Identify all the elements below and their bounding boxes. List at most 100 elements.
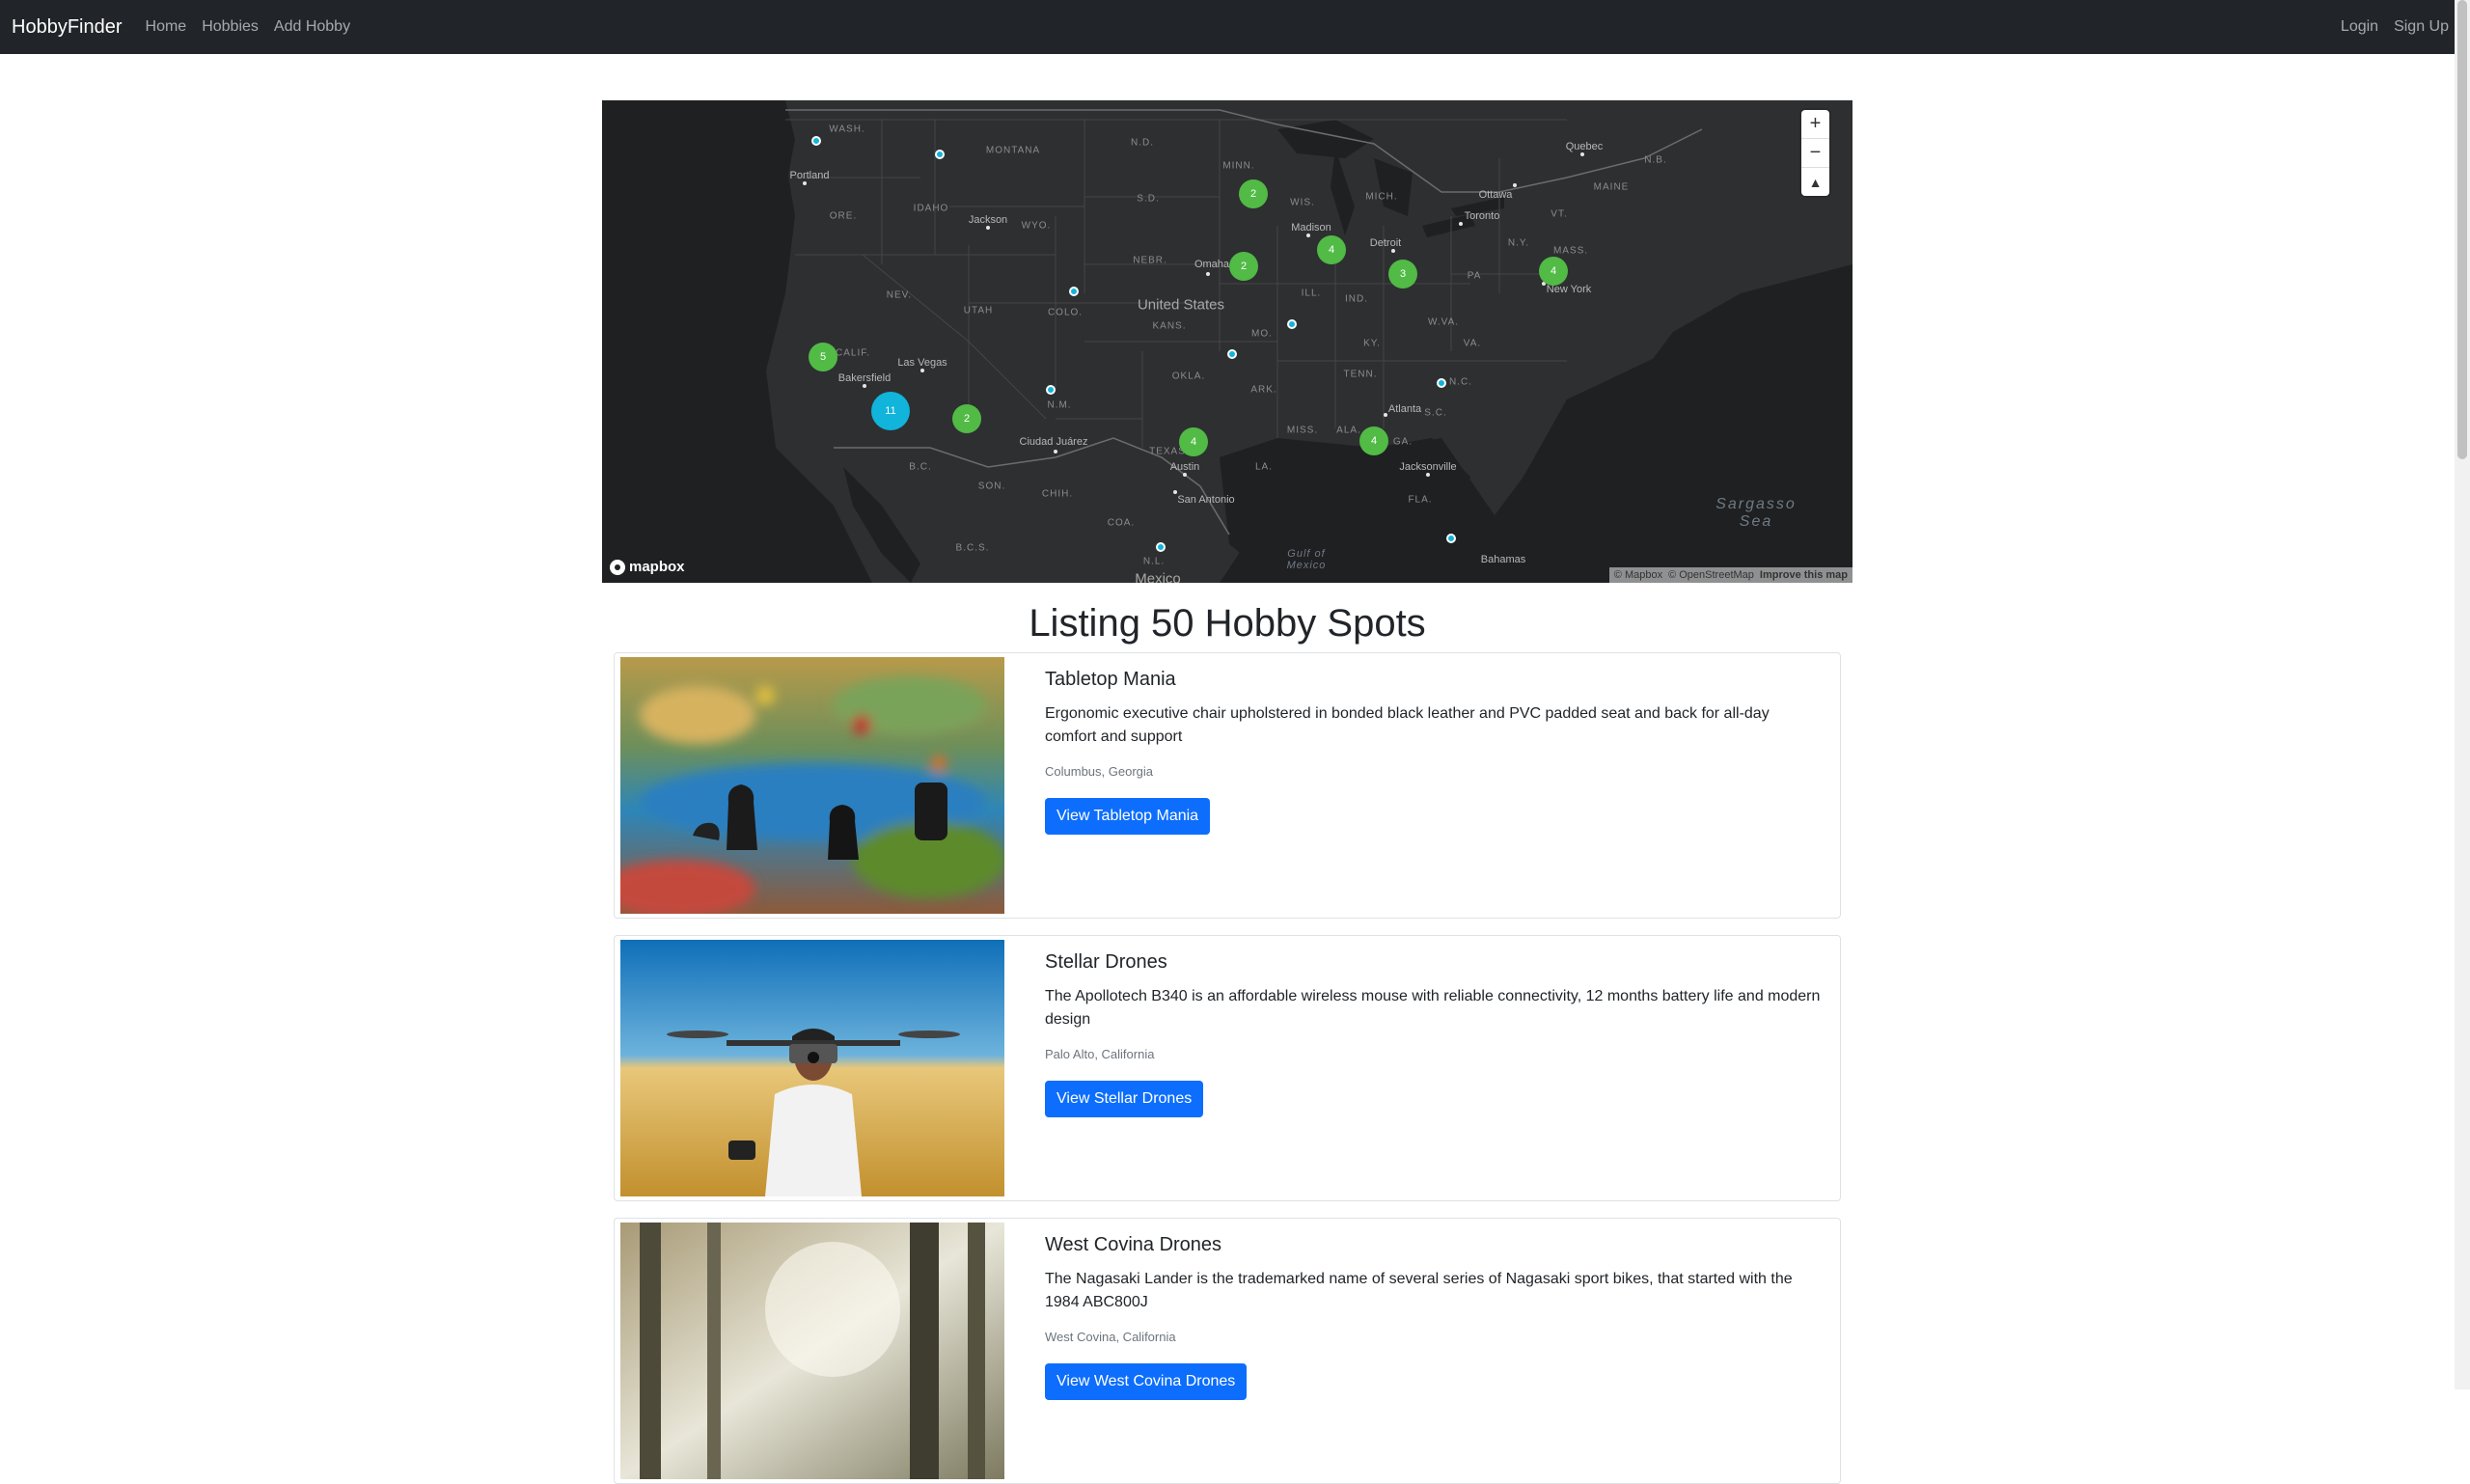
signup-link[interactable]: Sign Up — [2394, 18, 2449, 36]
nav-right: Login Sign Up — [2325, 18, 2449, 36]
compass-reset-button[interactable]: ▲ — [1801, 168, 1829, 196]
nav-link-hobbies[interactable]: Hobbies — [202, 18, 259, 36]
map-label-lasvegas: Las Vegas — [897, 357, 947, 369]
map-label-bc: B.C. — [909, 461, 932, 473]
map-label-toronto: Toronto — [1464, 210, 1500, 222]
map-label-sea: Sargasso Sea — [1715, 496, 1797, 530]
map-label-quebec: Quebec — [1565, 141, 1604, 152]
map-label-okla: OKLA. — [1171, 371, 1206, 382]
hobby-spot-marker[interactable] — [1287, 319, 1297, 329]
map-label-nebr: NEBR. — [1133, 255, 1167, 266]
hobby-image — [620, 940, 1004, 1196]
cluster-map[interactable]: WASH. MONTANA N.D. MINN. Portland IDAHO … — [602, 100, 1852, 583]
mapbox-logo-text: mapbox — [629, 559, 685, 575]
map-cluster-marker[interactable]: 2 — [1239, 179, 1268, 208]
hobby-description: The Apollotech B340 is an affordable wir… — [1045, 988, 1821, 1028]
city-dot — [1384, 413, 1387, 417]
map-cluster-marker[interactable]: 4 — [1179, 427, 1208, 456]
hobby-location: Palo Alto, California — [1045, 1047, 1155, 1061]
nav-link-home[interactable]: Home — [146, 18, 187, 36]
hobby-spot-marker[interactable] — [1437, 378, 1446, 388]
view-hobby-button[interactable]: View Stellar Drones — [1045, 1081, 1204, 1117]
card-body: West Covina Drones The Nagasaki Lander i… — [1045, 1234, 1825, 1400]
map-label-sc: S.C. — [1424, 407, 1447, 419]
hobby-title: Tabletop Mania — [1045, 669, 1176, 690]
improve-map-link[interactable]: Improve this map — [1760, 569, 1848, 581]
hobby-spot-marker[interactable] — [1446, 534, 1456, 543]
hobby-card: Tabletop Mania Ergonomic executive chair… — [614, 652, 1841, 919]
map-label-wva: W.VA. — [1427, 316, 1460, 328]
map-label-kans: KANS. — [1152, 320, 1187, 332]
map-label-vt: VT. — [1551, 208, 1568, 220]
map-label-detroit: Detroit — [1369, 237, 1402, 249]
map-label-maine: MAINE — [1593, 181, 1630, 193]
map-cluster-marker[interactable]: 3 — [1388, 260, 1417, 289]
map-label-wash: WASH. — [829, 124, 865, 135]
map-label-ottawa: Ottawa — [1478, 189, 1513, 201]
map-label-madison: Madison — [1291, 222, 1331, 234]
map-label-nl: N.L. — [1142, 556, 1166, 567]
hobby-spot-marker[interactable] — [1046, 385, 1056, 395]
hobby-image — [620, 1223, 1004, 1479]
map-label-ciudadjuarez: Ciudad Juárez — [1019, 436, 1088, 448]
hobby-image — [620, 657, 1004, 914]
map-label-atlanta: Atlanta — [1387, 403, 1422, 415]
hobby-spot-marker[interactable] — [935, 150, 945, 159]
map-label-ore: ORE. — [829, 210, 858, 222]
map-label-miss: MISS. — [1286, 425, 1319, 436]
map-cluster-marker[interactable]: 4 — [1317, 235, 1346, 264]
map-label-nb: N.B. — [1644, 154, 1667, 166]
map-label-ky: KY. — [1363, 338, 1381, 349]
zoom-out-button[interactable]: − — [1801, 139, 1829, 168]
attribution-osm-link[interactable]: © OpenStreetMap — [1668, 569, 1754, 581]
map-cluster-marker[interactable]: 4 — [1539, 257, 1568, 286]
map-attribution: © Mapbox © OpenStreetMap Improve this ma… — [1608, 567, 1852, 583]
map-label-portland: Portland — [789, 170, 830, 181]
city-dot — [1426, 473, 1430, 477]
login-link[interactable]: Login — [2341, 18, 2378, 36]
nav-link-add-hobby[interactable]: Add Hobby — [274, 18, 350, 36]
city-dot — [1459, 222, 1463, 226]
map-label-va: VA. — [1463, 338, 1482, 349]
view-hobby-button[interactable]: View Tabletop Mania — [1045, 798, 1211, 835]
map-label-mich: MICH. — [1365, 191, 1398, 203]
zoom-in-button[interactable]: + — [1801, 110, 1829, 139]
hobby-card: West Covina Drones The Nagasaki Lander i… — [614, 1218, 1841, 1484]
mapbox-logo[interactable]: mapbox — [610, 559, 685, 575]
map-label-ark: ARK. — [1250, 384, 1277, 396]
page-scrollbar[interactable] — [2455, 0, 2470, 1389]
hobby-spot-marker[interactable] — [1156, 542, 1166, 552]
city-dot — [920, 369, 924, 372]
mapbox-logo-icon — [610, 559, 625, 575]
attribution-mapbox-link[interactable]: © Mapbox — [1614, 569, 1662, 581]
map-cluster-marker[interactable]: 4 — [1359, 426, 1388, 455]
view-hobby-button[interactable]: View West Covina Drones — [1045, 1363, 1248, 1400]
map-label-son: SON. — [977, 481, 1006, 492]
hobby-description: Ergonomic executive chair upholstered in… — [1045, 705, 1770, 745]
city-dot — [1054, 450, 1057, 453]
map-cluster-marker[interactable]: 2 — [1229, 252, 1258, 281]
city-dot — [803, 181, 807, 185]
city-dot — [1513, 183, 1517, 187]
map-cluster-marker[interactable]: 2 — [952, 404, 981, 433]
city-dot — [1206, 272, 1210, 276]
map-label-bakersfield: Bakersfield — [837, 372, 892, 384]
scrollbar-thumb[interactable] — [2457, 0, 2467, 459]
hobby-card: Stellar Drones The Apollotech B340 is an… — [614, 935, 1841, 1201]
hobby-spot-marker[interactable] — [1227, 349, 1237, 359]
map-cluster-marker[interactable]: 5 — [809, 343, 837, 371]
map-label-tenn: TENN. — [1343, 369, 1378, 380]
hobby-spot-marker[interactable] — [1069, 287, 1079, 296]
map-label-jacksonville: Jacksonville — [1399, 461, 1457, 473]
map-label-wyo: WYO. — [1021, 220, 1052, 232]
map-label-us: United States — [1137, 296, 1225, 314]
hobby-spot-marker[interactable] — [811, 136, 821, 146]
map-cluster-marker[interactable]: 11 — [871, 392, 910, 430]
hobby-location: West Covina, California — [1045, 1330, 1176, 1344]
brand-link[interactable]: HobbyFinder — [12, 16, 123, 39]
hobby-title: West Covina Drones — [1045, 1234, 1222, 1255]
map-label-bcs: B.C.S. — [955, 542, 990, 554]
map-label-nc: N.C. — [1449, 376, 1472, 388]
map-label-nev: NEV. — [886, 289, 913, 301]
map-label-ala: ALA. — [1336, 425, 1361, 436]
